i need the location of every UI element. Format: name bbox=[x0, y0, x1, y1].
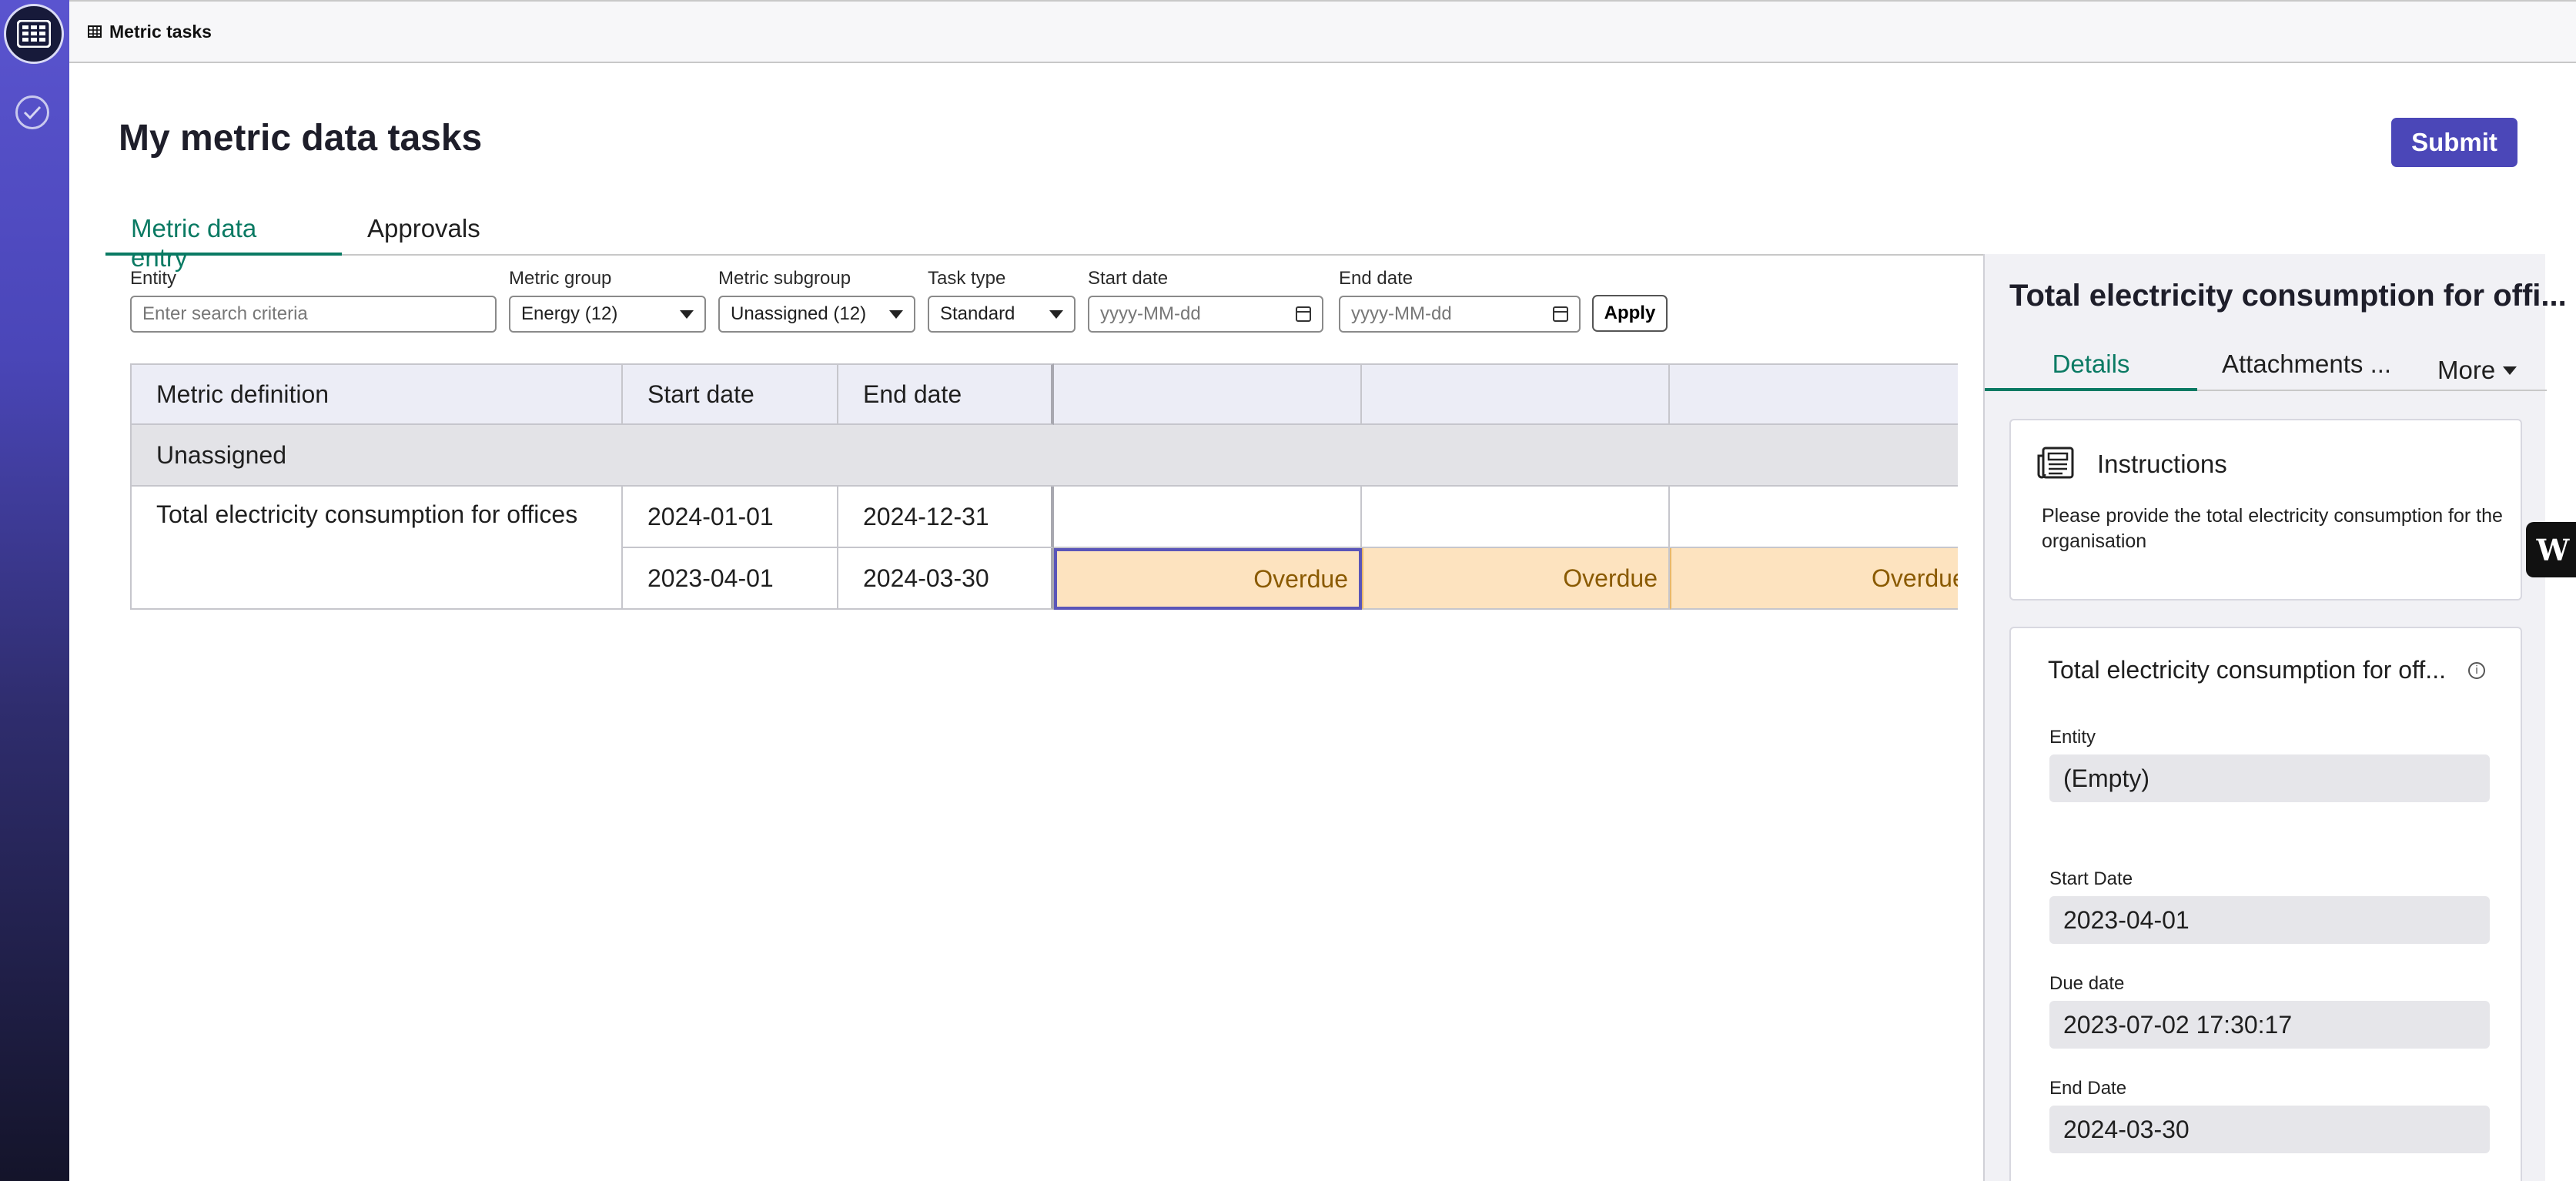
overdue-label: Overdue bbox=[1253, 564, 1348, 593]
row1-start-cell[interactable]: 2024-01-01 bbox=[623, 487, 838, 548]
header-metric-definition[interactable]: Metric definition bbox=[130, 363, 623, 425]
entity-search-input[interactable]: Enter search criteria bbox=[130, 296, 497, 333]
chevron-down-icon bbox=[889, 309, 903, 319]
header-end-date[interactable]: End date bbox=[838, 363, 1054, 425]
overdue-cell[interactable]: Overdue bbox=[1362, 548, 1670, 610]
metric-name-cell[interactable]: Total electricity consumption for office… bbox=[130, 487, 623, 610]
tab-metric-data-entry[interactable]: Metric data entry bbox=[105, 214, 342, 272]
start-date-detail-label: Start Date bbox=[2049, 868, 2133, 889]
metric-subgroup-value: Unassigned (12) bbox=[731, 303, 867, 324]
main-tabs: Metric data entry Approvals bbox=[105, 203, 1984, 272]
metric-group-label: Metric group bbox=[509, 268, 612, 289]
header-end-label: End date bbox=[863, 380, 962, 408]
overdue-cell-selected[interactable]: Overdue bbox=[1054, 548, 1362, 610]
task-type-value: Standard bbox=[940, 303, 1015, 324]
chevron-down-icon bbox=[680, 309, 694, 319]
row2-start-cell[interactable]: 2023-04-01 bbox=[623, 548, 838, 610]
header-period-col[interactable] bbox=[1054, 363, 1362, 425]
end-date-placeholder: yyyy-MM-dd bbox=[1351, 303, 1452, 324]
start-date-input[interactable]: yyyy-MM-dd bbox=[1088, 296, 1323, 333]
metric-group-select[interactable]: Energy (12) bbox=[509, 296, 706, 333]
task-type-filter: Task type Standard bbox=[928, 268, 1076, 333]
overdue-cell[interactable]: Overdue bbox=[1670, 548, 1958, 610]
panel-tab-more[interactable]: More bbox=[2437, 350, 2517, 391]
entity-field[interactable]: (Empty) bbox=[2049, 754, 2490, 802]
metric-grid: Metric definition Start date End date Un… bbox=[130, 363, 1958, 610]
chevron-down-icon bbox=[1049, 309, 1063, 319]
row2-end-cell[interactable]: 2024-03-30 bbox=[838, 548, 1054, 610]
row2-start: 2023-04-01 bbox=[647, 564, 774, 592]
calendar-icon[interactable] bbox=[1553, 306, 1568, 322]
apply-button[interactable]: Apply bbox=[1592, 295, 1668, 332]
table-icon bbox=[88, 25, 102, 38]
due-date-label: Due date bbox=[2049, 973, 2125, 994]
metric-group-value: Energy (12) bbox=[521, 303, 618, 324]
w-badge-icon[interactable]: W bbox=[2526, 522, 2576, 577]
header-metric-label: Metric definition bbox=[156, 380, 330, 408]
top-bar: Metric tasks bbox=[69, 0, 2576, 63]
task-type-label: Task type bbox=[928, 268, 1006, 289]
left-rail bbox=[0, 0, 69, 1181]
overdue-label: Overdue bbox=[1872, 564, 1958, 592]
group-label: Unassigned bbox=[156, 440, 286, 469]
detail-card: Total electricity consumption for off...… bbox=[2009, 627, 2522, 1181]
details-panel: Total electricity consumption for offi..… bbox=[1983, 254, 2567, 1181]
end-date-filter: End date yyyy-MM-dd bbox=[1339, 268, 1581, 333]
row2-end: 2024-03-30 bbox=[863, 564, 989, 592]
start-date-label: Start date bbox=[1088, 268, 1169, 289]
metric-name: Total electricity consumption for office… bbox=[156, 500, 578, 528]
due-date-field[interactable]: 2023-07-02 17:30:17 bbox=[2049, 1001, 2490, 1049]
panel-title: Total electricity consumption for offi..… bbox=[2009, 279, 2567, 313]
header-start-date[interactable]: Start date bbox=[623, 363, 838, 425]
instructions-title: Instructions bbox=[2097, 450, 2227, 478]
start-date-placeholder: yyyy-MM-dd bbox=[1100, 303, 1201, 324]
end-date-field[interactable]: 2024-03-30 bbox=[2049, 1106, 2490, 1153]
row1-end: 2024-12-31 bbox=[863, 502, 989, 530]
start-date-field[interactable]: 2023-04-01 bbox=[2049, 896, 2490, 944]
panel-tab-details[interactable]: Details bbox=[1985, 350, 2197, 391]
instructions-text: Please provide the total electricity con… bbox=[2042, 505, 2503, 552]
metric-subgroup-filter: Metric subgroup Unassigned (12) bbox=[718, 268, 915, 333]
calendar-icon[interactable] bbox=[1296, 306, 1311, 322]
end-date-label: End date bbox=[1339, 268, 1413, 289]
panel-tabs: Details Attachments ... More bbox=[1985, 340, 2547, 391]
end-date-detail-label: End Date bbox=[2049, 1078, 2127, 1099]
approvals-check-icon[interactable] bbox=[15, 95, 49, 129]
start-date-filter: Start date yyyy-MM-dd bbox=[1088, 268, 1323, 333]
entity-label: Entity bbox=[2049, 727, 2096, 748]
grid-app-icon[interactable] bbox=[4, 4, 64, 64]
task-type-select[interactable]: Standard bbox=[928, 296, 1076, 333]
row1-value-cell[interactable] bbox=[1362, 487, 1670, 548]
header-period-col[interactable] bbox=[1362, 363, 1670, 425]
app-tab-title[interactable]: Metric tasks bbox=[109, 22, 212, 42]
row1-end-cell[interactable]: 2024-12-31 bbox=[838, 487, 1054, 548]
entity-filter-label: Entity bbox=[130, 268, 177, 289]
info-icon[interactable]: i bbox=[2468, 662, 2485, 679]
end-date-input[interactable]: yyyy-MM-dd bbox=[1339, 296, 1581, 333]
submit-button[interactable]: Submit bbox=[2391, 118, 2517, 167]
metric-subgroup-select[interactable]: Unassigned (12) bbox=[718, 296, 915, 333]
detail-card-title: Total electricity consumption for off... bbox=[2048, 656, 2446, 684]
overdue-label: Overdue bbox=[1563, 564, 1658, 592]
page-title: My metric data tasks bbox=[119, 118, 483, 159]
entity-placeholder: Enter search criteria bbox=[142, 303, 308, 324]
newspaper-icon bbox=[2037, 447, 2074, 484]
metric-subgroup-label: Metric subgroup bbox=[718, 268, 851, 289]
entity-filter: Entity Enter search criteria bbox=[130, 268, 497, 333]
group-row-unassigned[interactable]: Unassigned bbox=[130, 425, 1958, 487]
row1-value-cell[interactable] bbox=[1670, 487, 1958, 548]
chevron-down-icon bbox=[2503, 366, 2517, 375]
header-start-label: Start date bbox=[647, 380, 754, 408]
row1-value-cell[interactable] bbox=[1054, 487, 1362, 548]
row1-start: 2024-01-01 bbox=[647, 502, 774, 530]
tab-approvals[interactable]: Approvals bbox=[342, 214, 506, 256]
panel-tab-attachments[interactable]: Attachments ... bbox=[2222, 350, 2391, 391]
header-period-col[interactable] bbox=[1670, 363, 1958, 425]
more-label: More bbox=[2437, 356, 2496, 384]
metric-group-filter: Metric group Energy (12) bbox=[509, 268, 706, 333]
instructions-card: Instructions Please provide the total el… bbox=[2009, 419, 2522, 601]
